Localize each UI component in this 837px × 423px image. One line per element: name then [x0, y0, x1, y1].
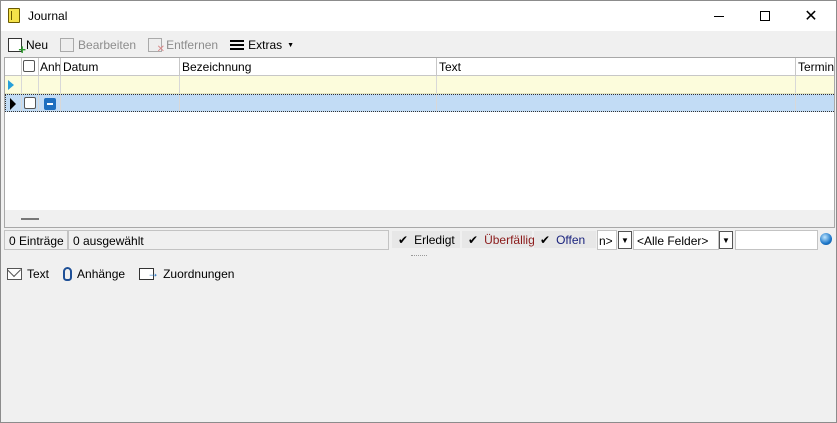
edit-icon: [60, 38, 75, 52]
hamburger-icon: [230, 38, 245, 52]
column-header-date[interactable]: Datum: [61, 58, 180, 76]
search-globe-icon[interactable]: [820, 233, 832, 245]
text-cell[interactable]: [437, 95, 796, 111]
mail-icon: [7, 268, 22, 280]
minimize-icon: [714, 15, 724, 17]
column-header-description[interactable]: Bezeichnung: [180, 58, 437, 76]
fields-combo[interactable]: <Alle Felder>: [633, 230, 719, 250]
tab-text[interactable]: Text: [7, 267, 49, 281]
edit-button-label: Bearbeiten: [78, 38, 137, 52]
fields-dropdown-icon[interactable]: ▼: [719, 231, 733, 249]
detail-tabs: Text Anhänge Zuordnungen: [7, 265, 248, 283]
close-button[interactable]: ✕: [788, 1, 834, 31]
toolbar: Neu Bearbeiten Entfernen Extras ▼: [2, 32, 835, 58]
date-cell[interactable]: [61, 95, 180, 111]
checkmark-icon: ✔: [540, 232, 551, 247]
column-header-text[interactable]: Text: [437, 58, 796, 76]
close-icon: ✕: [804, 8, 818, 25]
journal-app-icon: [8, 8, 20, 23]
checkmark-icon: ✔: [398, 232, 409, 247]
window-title: Journal: [28, 9, 68, 23]
minimize-button[interactable]: [696, 1, 742, 31]
tab-assignments[interactable]: Zuordnungen: [139, 266, 235, 281]
header-select-all: [22, 58, 39, 76]
description-cell[interactable]: [180, 95, 437, 111]
row-checkbox[interactable]: [24, 97, 36, 109]
maximize-button[interactable]: [742, 1, 788, 31]
checkmark-icon: ✔: [468, 232, 479, 247]
new-record-row[interactable]: [5, 76, 834, 94]
status-bar: 0 Einträge 0 ausgewählt ✔ Erledigt ✔ Übe…: [4, 229, 835, 251]
dropdown-caret-icon: ▼: [287, 41, 295, 49]
selected-count: 0 ausgewählt: [68, 230, 389, 250]
column-header-appointment[interactable]: Termin/: [796, 58, 834, 76]
entry-count: 0 Einträge: [4, 230, 68, 250]
delete-icon: [148, 38, 165, 55]
title-bar: Journal ✕: [1, 1, 836, 31]
tab-attachments-label: Anhänge: [77, 267, 126, 281]
filter-done-button[interactable]: ✔ Erledigt: [392, 231, 460, 248]
filter-open-button[interactable]: ✔ Offen: [534, 231, 596, 248]
new-button[interactable]: Neu: [8, 34, 49, 57]
tab-text-label: Text: [27, 267, 50, 281]
paperclip-icon: [63, 267, 73, 281]
extras-button-label: Extras: [248, 38, 283, 52]
journal-grid[interactable]: Anh Datum Bezeichnung Text Termin/: [4, 57, 835, 228]
header-indicator-column: [5, 58, 22, 76]
filter-overdue-label: Überfällig: [484, 232, 535, 247]
delete-button[interactable]: Entfernen: [148, 34, 218, 56]
select-all-checkbox[interactable]: [23, 60, 35, 72]
splitter-handle[interactable]: [411, 255, 427, 257]
delete-button-label: Entfernen: [166, 38, 219, 52]
table-row[interactable]: [5, 94, 834, 112]
extras-menu-button[interactable]: Extras ▼: [230, 34, 294, 56]
new-button-label: Neu: [26, 38, 49, 52]
filter-open-label: Offen: [556, 232, 586, 247]
grid-header: Anh Datum Bezeichnung Text Termin/: [5, 58, 834, 76]
filter-done-label: Erledigt: [414, 232, 455, 247]
tab-attachments[interactable]: Anhänge: [63, 267, 125, 281]
filter-condition-combo[interactable]: n>: [597, 230, 617, 250]
filter-condition-dropdown-icon[interactable]: ▼: [618, 231, 632, 249]
column-header-attachment[interactable]: Anh: [39, 58, 61, 76]
search-input[interactable]: [735, 230, 818, 250]
attachment-status-icon[interactable]: [44, 98, 56, 110]
filter-overdue-button[interactable]: ✔ Überfällig: [462, 231, 535, 248]
maximize-icon: [760, 11, 770, 21]
collapse-handle-icon[interactable]: [21, 218, 39, 220]
journal-window: Journal ✕ Neu Bearbeiten Entfernen Extra…: [0, 0, 837, 423]
grid-footer: [5, 210, 834, 227]
tab-assignments-label: Zuordnungen: [163, 267, 235, 281]
edit-button[interactable]: Bearbeiten: [60, 34, 136, 56]
new-record-icon: [8, 38, 26, 57]
assign-icon: [139, 266, 159, 280]
